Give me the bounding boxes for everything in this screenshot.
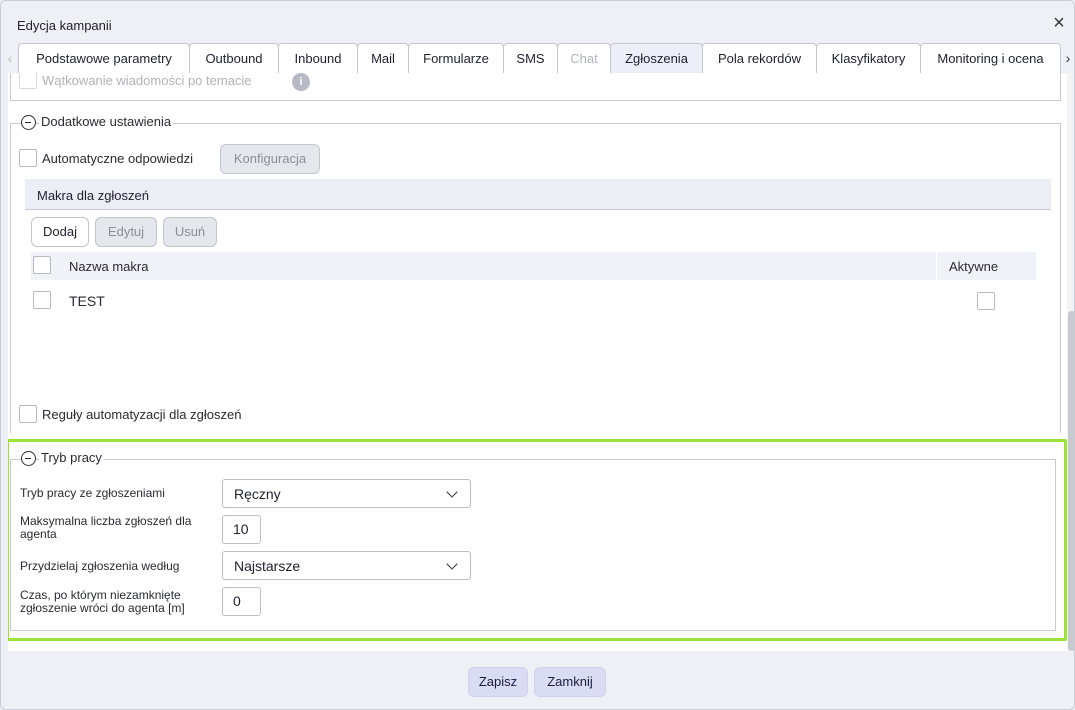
additional-settings-border-left [10,123,11,433]
column-active[interactable]: Aktywne [949,259,998,274]
work-mode-border-top [10,459,1056,460]
additional-settings-legend: Dodatkowe ustawienia [39,114,174,129]
configuration-button[interactable]: Konfiguracja [220,144,320,174]
macro-row-checkbox[interactable] [33,291,51,309]
auto-replies-label: Automatyczne odpowiedzi [42,151,194,166]
work-mode-select[interactable]: Ręczny [222,479,471,508]
tab-outbound[interactable]: Outbound [189,43,279,74]
add-macro-button[interactable]: Dodaj [31,217,89,247]
collapse-work-mode-icon[interactable] [21,451,36,466]
info-icon[interactable]: i [292,73,310,91]
automation-rules-label: Reguły automatyzacji dla zgłoszeń [42,407,242,422]
tab-chat: Chat [557,43,611,74]
tab-tickets[interactable]: Zgłoszenia [610,43,703,74]
tab-scroll-right-icon[interactable]: › [1061,49,1074,67]
edit-macro-button[interactable]: Edytuj [95,217,157,247]
macros-grid-header: Nazwa makra [31,252,936,280]
threading-label: Wątkowanie wiadomości po temacie [42,73,252,88]
work-mode-border-bottom [10,630,1056,631]
work-mode-border-right [1055,459,1056,631]
tab-mail[interactable]: Mail [357,43,409,74]
work-mode-border-left [10,459,11,631]
work-mode-legend: Tryb pracy [39,450,104,465]
tab-inbound[interactable]: Inbound [278,43,358,74]
macro-active-checkbox[interactable] [977,292,995,310]
tab-sms[interactable]: SMS [503,43,558,74]
tab-basic-params[interactable]: Podstawowe parametry [18,43,190,74]
macros-header: Makra dla zgłoszeń [25,179,1051,210]
threading-checkbox[interactable] [19,73,37,89]
macro-name: TEST [69,293,105,309]
dialog-title: Edycja kampanii [17,18,112,33]
macros-grid-header-active: Aktywne [937,252,1036,280]
dialog-footer: Zapisz Zamknij [1,652,1074,709]
additional-settings-border-right [1060,123,1061,433]
work-mode-label: Tryb pracy ze zgłoszeniami [20,486,165,500]
collapse-additional-icon[interactable] [21,115,36,130]
chevron-down-icon [446,486,458,498]
fieldset-left-border [10,73,11,101]
close-button[interactable]: Zamknij [534,667,606,697]
macros-header-title: Makra dla zgłoszeń [37,188,149,203]
tab-record-fields[interactable]: Pola rekordów [702,43,817,74]
tab-bar: ‹ Podstawowe parametry Outbound Inbound … [1,43,1074,74]
tickets-tab-content: Wątkowanie wiadomości po temacie i Dodat… [8,73,1067,651]
assign-by-select[interactable]: Najstarsze [222,551,471,580]
chevron-down-icon [446,558,458,570]
max-tickets-input[interactable]: 10 [222,515,261,544]
vertical-scrollbar[interactable] [1067,73,1074,651]
close-icon[interactable]: × [1050,13,1068,33]
tab-forms[interactable]: Formularze [408,43,504,74]
assign-by-label: Przydzielaj zgłoszenia według [20,559,180,573]
auto-replies-checkbox[interactable] [19,149,37,167]
dialog-titlebar: Edycja kampanii × [1,1,1074,45]
column-macro-name[interactable]: Nazwa makra [69,259,148,274]
save-button[interactable]: Zapisz [468,667,528,697]
assign-by-value: Najstarsze [234,558,301,574]
fieldset-right-border [1060,73,1061,101]
tab-monitoring[interactable]: Monitoring i ocena [920,43,1061,74]
tab-scroll-left-icon[interactable]: ‹ [3,49,17,67]
return-time-input[interactable]: 0 [222,587,261,616]
work-mode-value: Ręczny [234,486,281,502]
automation-rules-checkbox[interactable] [19,405,37,423]
delete-macro-button[interactable]: Usuń [163,217,217,247]
campaign-edit-dialog: Edycja kampanii × ‹ Podstawowe parametry… [0,0,1075,710]
tab-classifiers[interactable]: Klasyfikatory [816,43,921,74]
fieldset-bottom-border [10,100,1061,101]
max-tickets-label: Maksymalna liczba zgłoszeń dla agenta [20,514,192,541]
return-time-label: Czas, po którym niezamknięte zgłoszenie … [20,588,185,615]
select-all-checkbox[interactable] [33,256,51,274]
scrollbar-thumb[interactable] [1068,311,1074,651]
